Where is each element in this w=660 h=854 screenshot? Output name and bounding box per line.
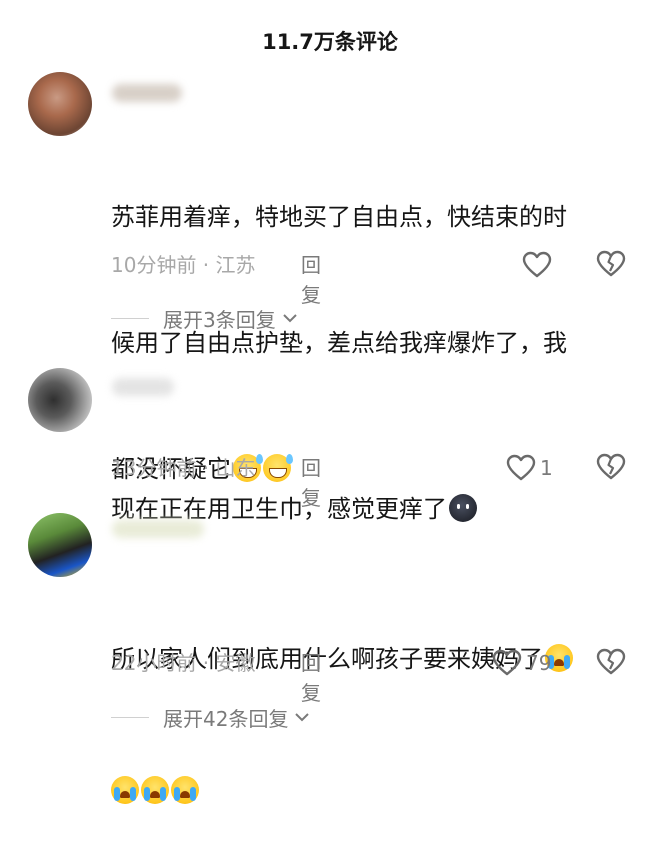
like-button[interactable] bbox=[522, 250, 552, 280]
crying-emoji bbox=[171, 776, 199, 804]
divider bbox=[111, 317, 149, 319]
chevron-down-icon bbox=[295, 713, 310, 722]
broken-heart-icon bbox=[596, 648, 626, 675]
comment-meta: 22小时前 · 安徽 回复 bbox=[111, 648, 321, 705]
comment-meta: 10分钟前 · 江苏 回复 bbox=[111, 250, 321, 307]
like-count: 1 bbox=[540, 456, 553, 480]
avatar[interactable] bbox=[28, 513, 92, 577]
heart-icon bbox=[522, 251, 552, 278]
dislike-button[interactable] bbox=[596, 453, 626, 483]
broken-heart-icon bbox=[596, 250, 626, 277]
divider bbox=[111, 716, 149, 718]
reply-button[interactable]: 回复 bbox=[301, 250, 321, 310]
avatar[interactable] bbox=[28, 368, 92, 432]
broken-heart-icon bbox=[596, 453, 626, 480]
dislike-button[interactable] bbox=[596, 648, 626, 678]
like-button[interactable]: 79 bbox=[492, 648, 551, 678]
reply-button[interactable]: 回复 bbox=[301, 453, 321, 513]
chevron-down-icon bbox=[283, 314, 297, 323]
blurred-username[interactable] bbox=[112, 520, 204, 538]
dark-face-emoji bbox=[449, 494, 477, 522]
expand-replies-button[interactable]: 展开3条回复 bbox=[111, 303, 298, 333]
heart-icon bbox=[506, 454, 536, 481]
comments-title: 11.7万条评论 bbox=[262, 30, 398, 54]
comment-text: 现在正在用卫生巾，感觉更痒了 bbox=[111, 404, 631, 572]
like-count: 79 bbox=[526, 651, 552, 675]
comment-meta: 13分钟前 · 山东 回复 bbox=[111, 453, 321, 510]
crying-emoji bbox=[141, 776, 169, 804]
blurred-username[interactable] bbox=[112, 84, 182, 102]
like-button[interactable]: 1 bbox=[506, 453, 553, 483]
reply-button[interactable]: 回复 bbox=[301, 648, 321, 708]
avatar[interactable] bbox=[28, 72, 92, 136]
expand-replies-button[interactable]: 展开42条回复 bbox=[111, 702, 310, 732]
blurred-username[interactable] bbox=[112, 378, 174, 396]
heart-icon bbox=[492, 649, 522, 676]
crying-emoji bbox=[111, 776, 139, 804]
dislike-button[interactable] bbox=[596, 250, 626, 280]
